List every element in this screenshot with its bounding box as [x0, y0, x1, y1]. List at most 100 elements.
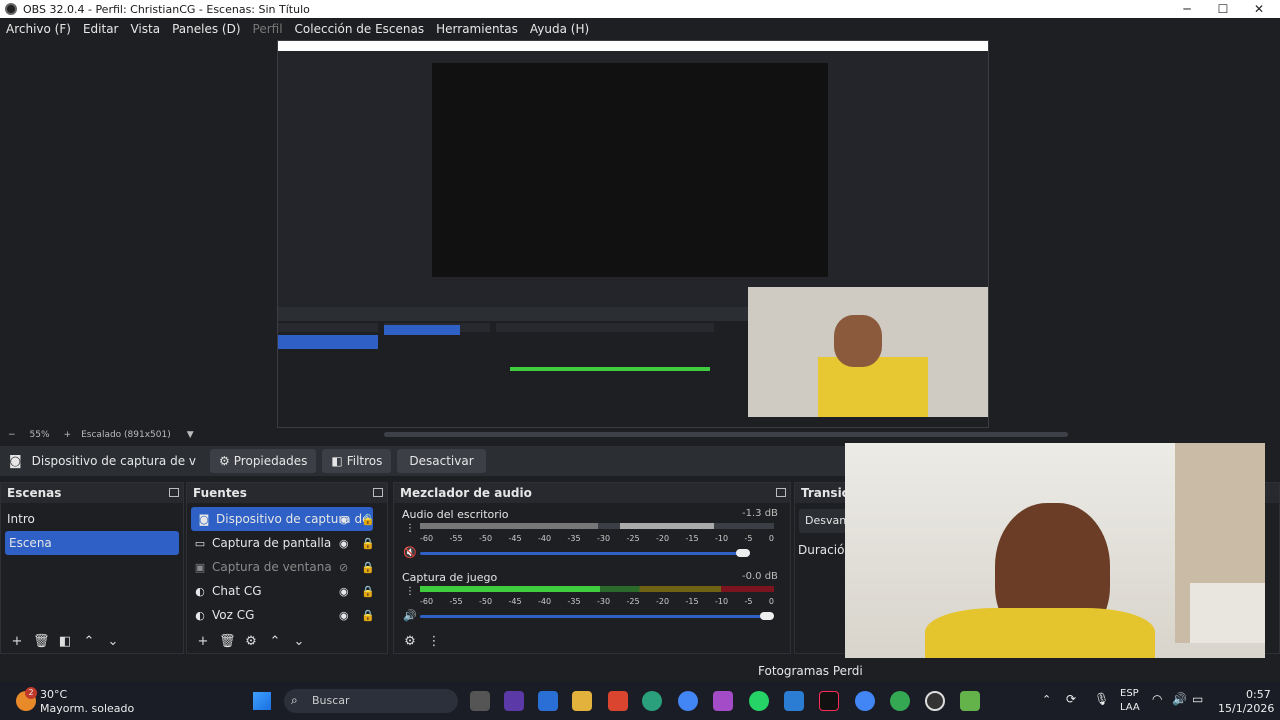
menu-vista[interactable]: Vista	[124, 22, 166, 36]
trash-icon[interactable]: 🗑	[33, 634, 50, 649]
menu-herramientas[interactable]: Herramientas	[430, 22, 524, 36]
chevron-down-icon[interactable]: ⌄	[105, 634, 121, 649]
add-icon[interactable]: +	[195, 634, 211, 649]
trash-icon[interactable]: 🗑	[219, 634, 236, 649]
source-item[interactable]: ◐ Chat CG ◉ 🔒	[187, 579, 387, 603]
add-icon[interactable]: +	[9, 634, 25, 649]
lock-icon[interactable]: 🔒	[361, 513, 375, 526]
source-label: Voz CG	[212, 608, 255, 622]
scenes-header: Escenas	[1, 483, 183, 503]
deactivate-button[interactable]: Desactivar	[397, 449, 486, 473]
source-item[interactable]: ◙ Dispositivo de captura de ◉ 🔒	[191, 507, 375, 531]
kebab-menu-icon[interactable]: ⋮	[426, 634, 442, 649]
window-icon: ▣	[194, 560, 206, 574]
task-view-icon[interactable]	[470, 691, 490, 711]
undock-icon[interactable]	[373, 488, 383, 497]
clock-time[interactable]: 0:57	[1246, 688, 1271, 701]
eye-icon[interactable]: ◉	[339, 513, 349, 526]
weather-desc: Mayorm. soleado	[40, 702, 135, 715]
chevron-up-icon[interactable]: ⌃	[81, 634, 97, 649]
source-item[interactable]: ▭ Captura de pantalla ◉ 🔒	[187, 531, 387, 555]
chrome-icon[interactable]	[890, 691, 910, 711]
dropped-frames-label: Fotogramas Perdi	[758, 664, 863, 678]
undock-icon[interactable]	[169, 488, 179, 497]
store-icon[interactable]	[538, 691, 558, 711]
whatsapp-icon[interactable]	[749, 691, 769, 711]
minecraft-icon[interactable]	[960, 691, 980, 711]
sources-dock: Fuentes ◙ Dispositivo de captura de ◉ 🔒 …	[186, 482, 388, 654]
tiktok-icon[interactable]	[819, 691, 839, 711]
close-button[interactable]: ✕	[1244, 0, 1274, 18]
outlook-icon[interactable]	[784, 691, 804, 711]
lock-icon[interactable]: 🔒	[361, 585, 375, 598]
office-icon[interactable]	[608, 691, 628, 711]
taskbar-search[interactable]: ⌕ Buscar	[284, 689, 458, 713]
source-item[interactable]: ◐ Voz CG ◉ 🔒	[187, 603, 387, 627]
speaker-muted-icon[interactable]: 🔇	[403, 546, 417, 559]
eye-icon[interactable]: ◉	[339, 609, 349, 622]
filters-button[interactable]: ◧ Filtros	[322, 449, 392, 473]
edge-icon[interactable]	[642, 691, 662, 711]
maximize-button[interactable]: ☐	[1208, 0, 1238, 18]
source-item[interactable]: ▣ Captura de ventana ⊘ 🔒	[187, 555, 387, 579]
zoom-out-button[interactable]: −	[8, 430, 16, 440]
volume-icon[interactable]: 🔊	[1172, 692, 1187, 706]
language-layout[interactable]: LAA	[1120, 702, 1140, 713]
file-explorer-icon[interactable]	[572, 691, 592, 711]
sync-icon[interactable]: ⟳	[1066, 692, 1076, 706]
menu-editar[interactable]: Editar	[77, 22, 125, 36]
weather-temp: 30°C	[40, 688, 68, 701]
creative-app-icon[interactable]	[713, 691, 733, 711]
preview-canvas[interactable]	[0, 40, 1280, 428]
undock-icon[interactable]	[776, 488, 786, 497]
microphone-icon[interactable]: 🎙	[1094, 692, 1109, 706]
gear-icon[interactable]: ⚙	[243, 634, 259, 649]
volume-slider[interactable]	[420, 615, 770, 618]
scene-item-escena[interactable]: Escena	[5, 531, 179, 555]
clock-date[interactable]: 15/1/2026	[1218, 702, 1274, 715]
volume-slider[interactable]	[420, 552, 750, 555]
volume-slider-handle[interactable]	[760, 612, 774, 620]
sources-header: Fuentes	[187, 483, 387, 503]
source-toolbar: ◙ Dispositivo de captura de v ⚙ Propieda…	[0, 446, 845, 476]
eye-icon[interactable]: ◉	[339, 537, 349, 550]
eye-icon[interactable]: ◉	[339, 585, 349, 598]
minimize-button[interactable]: ─	[1172, 0, 1202, 18]
chrome-icon[interactable]	[855, 691, 875, 711]
menu-coleccion-escenas[interactable]: Colección de Escenas	[289, 22, 431, 36]
windows-start-icon[interactable]	[253, 692, 271, 710]
obs-logo-icon	[5, 3, 17, 15]
scenes-dock: Escenas Intro Escena + 🗑 ◧ ⌃ ⌄	[0, 482, 184, 654]
chevron-up-icon[interactable]: ⌃	[1042, 693, 1051, 706]
preview-scrollbar[interactable]	[384, 432, 1068, 437]
menu-ayuda[interactable]: Ayuda (H)	[524, 22, 595, 36]
chevron-up-icon[interactable]: ⌃	[267, 634, 283, 649]
zoom-in-button[interactable]: +	[64, 430, 72, 440]
menu-perfil[interactable]: Perfil	[247, 22, 289, 36]
battery-icon[interactable]: ▭	[1192, 692, 1203, 706]
scene-item-intro[interactable]: Intro	[1, 507, 183, 531]
properties-button[interactable]: ⚙ Propiedades	[210, 449, 317, 473]
wifi-icon[interactable]: ◠	[1152, 692, 1162, 706]
kebab-menu-icon[interactable]: ⋮	[405, 523, 415, 534]
volume-slider-handle[interactable]	[736, 549, 750, 557]
scaling-dropdown-icon[interactable]: ▼	[187, 430, 194, 440]
chrome-icon[interactable]	[678, 691, 698, 711]
language-code[interactable]: ESP	[1120, 688, 1139, 699]
chevron-down-icon[interactable]: ⌄	[291, 634, 307, 649]
obs-icon[interactable]	[925, 691, 945, 711]
copilot-icon[interactable]	[504, 691, 524, 711]
lock-icon[interactable]: 🔒	[361, 561, 375, 574]
mixer-settings-icon[interactable]: ⚙	[402, 634, 418, 649]
mixer-header: Mezclador de audio	[394, 483, 790, 503]
filter-icon[interactable]: ◧	[57, 634, 73, 649]
eye-hidden-icon[interactable]: ⊘	[339, 561, 348, 574]
kebab-menu-icon[interactable]: ⋮	[405, 586, 415, 597]
menu-archivo[interactable]: Archivo (F)	[0, 22, 77, 36]
windows-taskbar: 2 30°C Mayorm. soleado ⌕ Buscar ⌃ ⟳ 🎙 ES…	[0, 682, 1280, 720]
speaker-icon[interactable]: 🔊	[403, 609, 417, 622]
lock-icon[interactable]: 🔒	[361, 537, 375, 550]
main-statusbar: Fotogramas Perdi	[0, 658, 1280, 682]
lock-icon[interactable]: 🔒	[361, 609, 375, 622]
menu-paneles[interactable]: Paneles (D)	[166, 22, 246, 36]
